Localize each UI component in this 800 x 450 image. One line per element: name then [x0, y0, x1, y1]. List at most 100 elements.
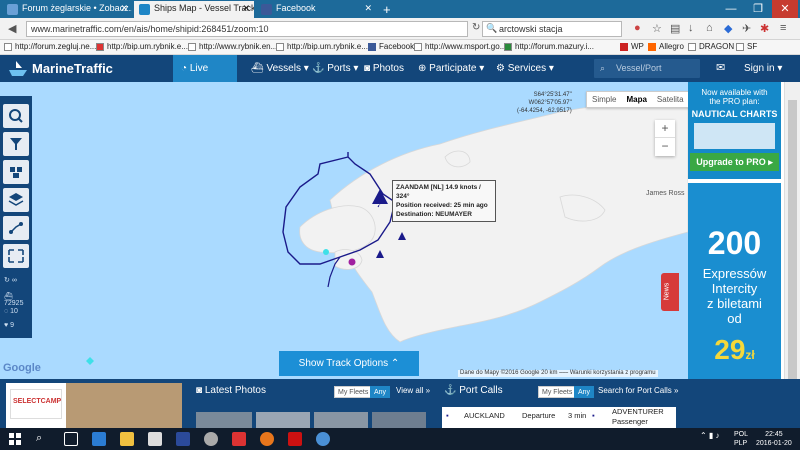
zoom-out-button[interactable]: − [655, 137, 675, 155]
share-icon[interactable]: ✈ [742, 22, 751, 35]
map-coordinates: S64°25'31.47" W062°57'05.97" (-64.4254, … [517, 91, 572, 115]
search-tool-button[interactable] [3, 104, 29, 128]
bookmark-label: http://forum.mazury.i... [515, 42, 594, 51]
intercity-ad[interactable]: 200 Expressów Intercity z biletami od 29… [688, 183, 781, 379]
pdf-icon[interactable] [288, 432, 302, 446]
bookmark-icon [736, 43, 744, 51]
nav-photos[interactable]: ◙ Photos [356, 55, 412, 82]
layers-icon [8, 193, 24, 206]
star-icon[interactable]: ☆ [652, 22, 662, 35]
call-type: Departure [522, 411, 556, 420]
any-toggle[interactable]: Any [370, 386, 391, 398]
view-all-link[interactable]: View all » [396, 386, 430, 395]
signin-button[interactable]: Sign in ▾ [736, 55, 790, 82]
explorer-icon[interactable] [120, 432, 134, 446]
photo-thumbnail[interactable] [256, 412, 310, 428]
bookmark-item[interactable]: http://bip.um.rybnik.e... [276, 42, 368, 51]
photo-thumbnail[interactable] [314, 412, 368, 428]
clock[interactable]: 22:45 2016-01-20 [756, 430, 792, 448]
port-call-row[interactable]: ▪ AUCKLAND Departure 3 min ▪ ADVENTURER … [442, 407, 676, 428]
firefox-icon[interactable] [260, 432, 274, 446]
reload-icon[interactable]: ↻ [472, 22, 480, 33]
map-type-map[interactable]: Mapa [621, 92, 651, 107]
upgrade-pro-button[interactable]: Upgrade to PRO ▸ [690, 153, 779, 171]
filter-tool-button[interactable] [3, 132, 29, 156]
close-icon[interactable]: ✕ [242, 3, 250, 14]
call-time: 3 min [568, 411, 587, 420]
back-icon[interactable]: ◀ [8, 22, 16, 35]
bookmark-item[interactable]: http://www.rybnik.en... [188, 42, 277, 51]
photo-thumbnail[interactable] [196, 412, 252, 428]
url-input[interactable]: www.marinetraffic.com/en/ais/home/shipid… [26, 21, 468, 37]
browser-search-input[interactable]: arctowski stacja [482, 21, 622, 37]
minimize-button[interactable]: — [718, 0, 744, 18]
library-icon[interactable]: ▤ [670, 22, 680, 35]
pin-icon[interactable] [232, 432, 246, 446]
price-value: 29 [714, 334, 746, 365]
bookmark-item[interactable]: http://bip.um.rybnik.e... [96, 42, 188, 51]
addon-icon[interactable]: ✱ [760, 22, 769, 35]
close-window-button[interactable]: ✕ [772, 0, 798, 18]
store-icon[interactable] [148, 432, 162, 446]
search-port-calls-link[interactable]: Search for Port Calls » [598, 386, 678, 395]
map-type-simple[interactable]: Simple [587, 92, 621, 107]
scrollbar-thumb[interactable] [788, 100, 797, 390]
megaphone-icon[interactable]: ✉ [716, 61, 725, 74]
map-type-satellite[interactable]: Satelita [652, 92, 689, 107]
page-scrollbar[interactable] [784, 82, 800, 428]
map-attribution[interactable]: Dane do Mapy ©2016 Google 20 km ⎯⎯⎯ Waru… [458, 370, 658, 377]
tab-forum[interactable]: Forum żeglarskie • Zobacz... ✕ [2, 1, 132, 18]
bookmark-item[interactable]: Facebook [368, 42, 414, 51]
download-icon[interactable]: ↓ [688, 22, 694, 34]
menu-icon[interactable]: ≡ [780, 22, 786, 34]
bookmark-item[interactable]: WP [620, 42, 644, 51]
nav-label: Photos [372, 63, 404, 74]
zoom-in-button[interactable]: + [655, 120, 675, 137]
bookmark-item[interactable]: http://forum.mazury.i... [504, 42, 594, 51]
windows-start-icon[interactable] [8, 432, 22, 446]
any-toggle[interactable]: Any [574, 386, 595, 398]
close-icon[interactable]: ✕ [364, 3, 372, 14]
my-fleets-toggle[interactable]: My Fleets [334, 386, 373, 398]
pro-plan-ad[interactable]: Now available with the PRO plan: NAUTICA… [688, 82, 781, 179]
live-map[interactable]: James Ross [0, 82, 688, 379]
word-icon[interactable] [176, 432, 190, 446]
bookmark-item[interactable]: Allegro [648, 42, 684, 51]
layers-tool-button[interactable] [3, 188, 29, 212]
keyboard-language[interactable]: POL PLP [734, 430, 748, 448]
bookmark-label: Allegro [659, 42, 684, 51]
bookmark-item[interactable]: http://www.msport.go... [414, 42, 506, 51]
clock-date: 2016-01-20 [756, 440, 792, 447]
maximize-button[interactable]: ❐ [745, 0, 771, 18]
nav-services[interactable]: ⚙ Services ▾ [488, 55, 562, 82]
media-icon[interactable] [204, 432, 218, 446]
chrome-icon[interactable] [316, 432, 330, 446]
fleet-tool-button[interactable] [3, 160, 29, 184]
show-track-options-button[interactable]: Show Track Options ⌃ [279, 351, 419, 376]
pocket-icon[interactable]: ◆ [724, 22, 732, 35]
adblock-icon[interactable]: ● [634, 22, 641, 34]
home-icon[interactable]: ⌂ [706, 22, 713, 34]
edge-icon[interactable] [92, 432, 106, 446]
ad-line: z biletami [707, 296, 762, 311]
task-view-icon[interactable] [64, 432, 78, 446]
bookmark-item[interactable]: DRAGON [688, 42, 734, 51]
selectcamp-ad[interactable]: SELECTCAMP [6, 383, 182, 428]
photo-thumbnail[interactable] [372, 412, 426, 428]
tab-facebook[interactable]: Facebook ✕ [256, 1, 376, 18]
vessel-search-input[interactable]: Vessel/Port [594, 59, 700, 78]
bookmark-item[interactable]: SF [736, 42, 757, 51]
close-icon[interactable]: ✕ [120, 3, 128, 14]
new-tab-button[interactable]: + [378, 1, 398, 18]
my-fleets-toggle[interactable]: My Fleets [538, 386, 577, 398]
bookmark-item[interactable]: http://forum.zegluj.ne... [4, 42, 96, 51]
fullscreen-tool-button[interactable] [3, 244, 29, 268]
nav-live-map[interactable]: ◔ Live Map [173, 55, 237, 101]
tab-ships-map[interactable]: Ships Map - Vessel Tracki... ✕ [134, 1, 254, 18]
nav-participate[interactable]: ⊕ Participate ▾ [410, 55, 492, 82]
tray-icons[interactable]: ⌃ ▮ ♪ [700, 431, 720, 440]
search-icon[interactable]: ⌕ [36, 432, 50, 446]
brand-logo[interactable]: MarineTraffic [8, 61, 113, 76]
news-tab[interactable]: News [661, 273, 679, 311]
route-tool-button[interactable] [3, 216, 29, 240]
